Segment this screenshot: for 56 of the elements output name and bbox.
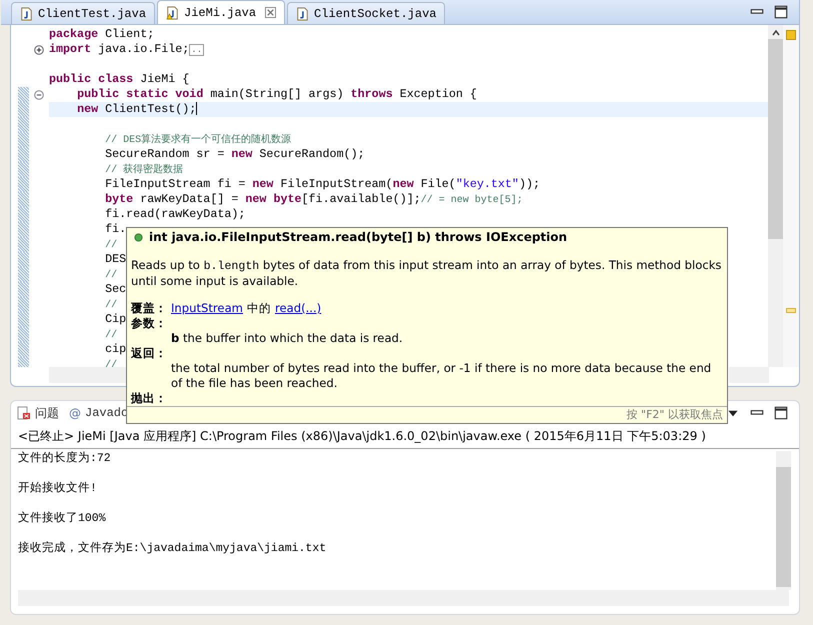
code-line: SecureRandom sr = new SecureRandom(); xyxy=(104,147,365,161)
link[interactable]: read(...) xyxy=(274,301,322,316)
section-label: 覆盖： xyxy=(131,301,167,316)
section-label: 返回： xyxy=(131,346,167,361)
collapse-icon[interactable] xyxy=(34,90,44,100)
maximize-icon[interactable] xyxy=(773,405,789,421)
dot-icon xyxy=(134,232,143,242)
console-line: 开始接收文件! xyxy=(18,481,98,497)
link[interactable]: InputStream xyxy=(171,301,243,316)
close-icon[interactable] xyxy=(265,7,276,18)
code-line: DES xyxy=(104,252,126,266)
code-line: // xyxy=(104,238,118,251)
problems-icon xyxy=(17,406,31,420)
code-line: // xyxy=(104,328,118,341)
scroll-up-icon[interactable] xyxy=(770,28,780,38)
editor-tab[interactable]: ClientSocket.java xyxy=(287,2,446,24)
java-file-icon xyxy=(296,6,310,20)
code-line: // xyxy=(104,268,118,281)
doc-text: the total number of bytes read into the buffer, or -1 if there is no more data because the end of the file has been reached. xyxy=(170,361,712,391)
code-line: // xyxy=(104,298,118,311)
method-signature: int java.io.FileInputStream.read(byte[] b) throws IOException xyxy=(149,230,568,244)
editor-tab[interactable]: JieMi.java xyxy=(157,0,286,24)
doc-text: 中的 xyxy=(246,301,271,316)
scrollbar[interactable] xyxy=(768,25,783,367)
scrollbar[interactable] xyxy=(729,367,769,383)
code-line: Cip xyxy=(104,312,126,326)
code-line: FileInputStream fi = new FileInputStream(new File("key.txt")); xyxy=(104,177,540,191)
code-line: package Client; xyxy=(49,27,154,41)
scrollbar[interactable] xyxy=(776,451,791,590)
method-description: Reads up to b.length bytes of data from this input stream into an array of bytes. This method blocks until some input is available. xyxy=(131,258,722,289)
code-line: // 获得密匙数据 xyxy=(104,162,184,176)
code-line: Sec xyxy=(104,282,126,296)
expand-icon[interactable] xyxy=(34,44,44,54)
scrollbar[interactable] xyxy=(49,367,127,383)
code-line: cip xyxy=(104,342,126,356)
code-line: byte rawKeyData[] = new byte[fi.available()];// = new byte[5]; xyxy=(104,192,523,206)
code-line: fi.read(rawKeyData); xyxy=(104,207,246,221)
java-file-icon xyxy=(20,6,33,20)
console-line: 接收完成，文件存为E:\javadaima\myjava\jiami.txt xyxy=(18,541,328,557)
maximize-icon[interactable] xyxy=(773,4,789,20)
code-line: public class JieMi { xyxy=(49,72,190,86)
code-line: fi. xyxy=(104,222,126,236)
view-tab[interactable]: 问题 xyxy=(17,404,59,422)
process-label: <已终止> JieMi [Java 应用程序] C:\Program Files (x86)\Java\jdk1.6.0_02\bin\javaw.exe ( 2015年6月11日 下午5:03:29 ) xyxy=(11,425,799,449)
console-line: 文件接收了100% xyxy=(18,511,107,527)
editor-tab[interactable]: ClientTest.java xyxy=(11,2,156,24)
section-label: 参数： xyxy=(131,316,167,331)
code-line: // DES算法要求有一个可信任的随机数源 xyxy=(104,132,292,146)
section-label: 抛出： xyxy=(131,391,167,406)
code-line: // xyxy=(104,358,118,367)
doc-text: b the buffer into which the data is read. xyxy=(170,331,404,346)
code-line: new ClientTest(); xyxy=(76,102,198,116)
console-line: 文件的长度为:72 xyxy=(18,451,112,467)
focus-hint: 按 "F2" 以获取焦点 xyxy=(626,407,723,423)
code-line: import java.io.File; .. xyxy=(49,42,204,56)
code-line: public static void main(String[] args) throws Exception { xyxy=(76,87,477,101)
